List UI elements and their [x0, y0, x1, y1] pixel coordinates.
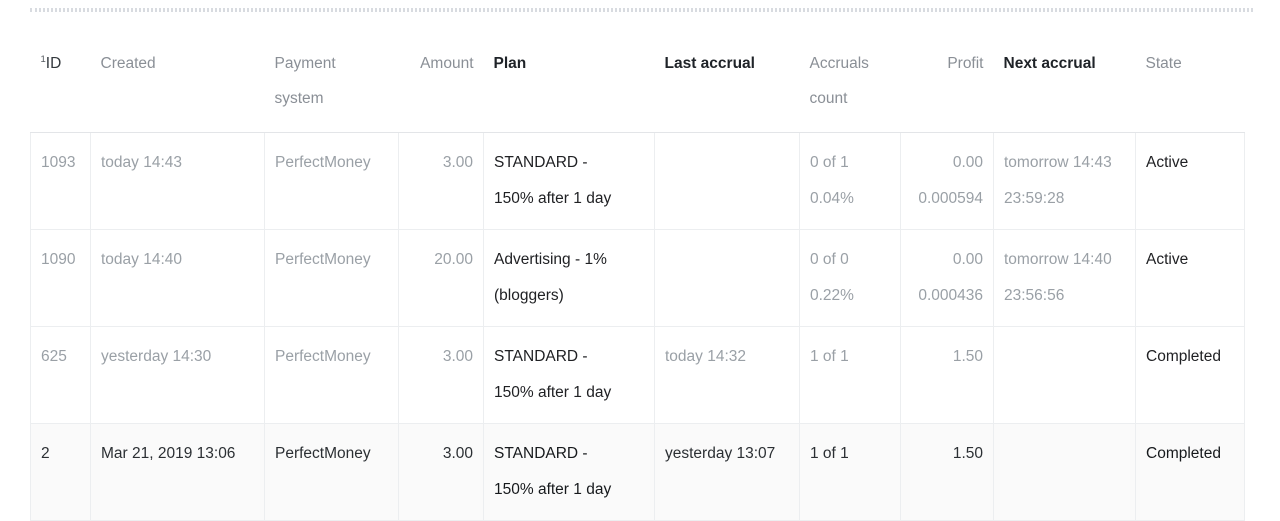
cell-accruals-percent: 0.22%: [810, 287, 854, 304]
column-header-state[interactable]: State: [1135, 46, 1245, 133]
cell-profit: 0.00 0.000594: [900, 132, 994, 230]
cell-next-accrual-line1: tomorrow 14:40: [1004, 251, 1112, 268]
cell-last-accrual: yesterday 13:07: [654, 423, 800, 521]
cell-plan: Advertising - 1% (bloggers): [483, 229, 655, 327]
cell-payment-system: PerfectMoney: [264, 326, 399, 424]
cell-amount: 3.00: [398, 423, 484, 521]
cell-amount: 20.00: [398, 229, 484, 327]
cell-id: 1090: [30, 229, 91, 327]
cell-accruals-count-value: 0 of 0: [810, 251, 849, 268]
cell-accruals-count: 1 of 1: [799, 423, 901, 521]
cell-next-accrual: [993, 326, 1136, 424]
table-body: 1093 today 14:43 PerfectMoney 3.00 STAND…: [30, 132, 1245, 521]
column-header-payment-system[interactable]: Payment system: [264, 46, 399, 133]
cell-state: Active: [1135, 132, 1245, 230]
column-header-next-accrual[interactable]: Next accrual: [993, 46, 1136, 133]
column-header-profit[interactable]: Profit: [900, 46, 994, 133]
cell-profit-value: 0.00: [952, 251, 983, 268]
cell-payment-system: PerfectMoney: [264, 423, 399, 521]
table-row[interactable]: 1090 today 14:40 PerfectMoney 20.00 Adve…: [30, 229, 1245, 327]
cell-accruals-count-value: 0 of 1: [810, 154, 849, 171]
column-header-last-accrual[interactable]: Last accrual: [654, 46, 800, 133]
cell-plan: STANDARD - 150% after 1 day: [483, 423, 655, 521]
cell-plan-line2: 150% after 1 day: [494, 384, 612, 401]
cell-state: Completed: [1135, 423, 1245, 521]
cell-plan-line1: STANDARD -: [494, 445, 588, 462]
column-header-id[interactable]: 1ID: [30, 46, 91, 133]
cell-plan: STANDARD - 150% after 1 day: [483, 326, 655, 424]
cell-created: Mar 21, 2019 13:06: [90, 423, 265, 521]
cell-last-accrual: [654, 132, 800, 230]
cell-created: today 14:43: [90, 132, 265, 230]
cell-amount: 3.00: [398, 326, 484, 424]
cell-next-accrual-line2: 23:56:56: [1004, 287, 1065, 304]
cell-profit-sub: 0.000436: [918, 287, 983, 304]
cell-profit-value: 1.50: [952, 445, 983, 462]
deposits-table: 1ID Created Payment system Amount Plan L…: [30, 46, 1245, 521]
cell-created: yesterday 14:30: [90, 326, 265, 424]
cell-plan: STANDARD - 150% after 1 day: [483, 132, 655, 230]
cell-accruals-count: 0 of 1 0.04%: [799, 132, 901, 230]
cell-next-accrual-line2: 23:59:28: [1004, 190, 1065, 207]
cell-accruals-count: 1 of 1: [799, 326, 901, 424]
cell-amount: 3.00: [398, 132, 484, 230]
cell-accruals-count-value: 1 of 1: [810, 348, 849, 365]
cell-plan-line1: STANDARD -: [494, 154, 588, 171]
cell-profit-value: 1.50: [952, 348, 983, 365]
cell-accruals-count: 0 of 0 0.22%: [799, 229, 901, 327]
cell-profit-sub: 0.000594: [918, 190, 983, 207]
cell-next-accrual: [993, 423, 1136, 521]
cell-id: 1093: [30, 132, 91, 230]
cell-plan-line1: Advertising - 1%: [494, 251, 607, 268]
cell-plan-line2: (bloggers): [494, 287, 564, 304]
cell-payment-system: PerfectMoney: [264, 229, 399, 327]
table-row[interactable]: 1093 today 14:43 PerfectMoney 3.00 STAND…: [30, 132, 1245, 230]
cell-next-accrual-line1: tomorrow 14:43: [1004, 154, 1112, 171]
column-header-accruals-count[interactable]: Accruals count: [799, 46, 901, 133]
cell-plan-line2: 150% after 1 day: [494, 190, 612, 207]
cell-payment-system: PerfectMoney: [264, 132, 399, 230]
cell-last-accrual: [654, 229, 800, 327]
column-header-id-label: ID: [45, 55, 62, 72]
cell-profit: 1.50: [900, 423, 994, 521]
column-header-plan[interactable]: Plan: [483, 46, 655, 133]
cell-profit: 0.00 0.000436: [900, 229, 994, 327]
cell-id: 2: [30, 423, 91, 521]
cell-state: Active: [1135, 229, 1245, 327]
table-row[interactable]: 2 Mar 21, 2019 13:06 PerfectMoney 3.00 S…: [30, 423, 1245, 521]
cell-id: 625: [30, 326, 91, 424]
cell-profit: 1.50: [900, 326, 994, 424]
cell-next-accrual: tomorrow 14:43 23:59:28: [993, 132, 1136, 230]
cell-state: Completed: [1135, 326, 1245, 424]
cell-last-accrual: today 14:32: [654, 326, 800, 424]
cell-next-accrual: tomorrow 14:40 23:56:56: [993, 229, 1136, 327]
top-dotted-divider: [30, 8, 1253, 12]
cell-accruals-count-value: 1 of 1: [810, 445, 849, 462]
table-row[interactable]: 625 yesterday 14:30 PerfectMoney 3.00 ST…: [30, 326, 1245, 424]
cell-profit-value: 0.00: [952, 154, 983, 171]
column-header-created[interactable]: Created: [90, 46, 265, 133]
cell-plan-line1: STANDARD -: [494, 348, 588, 365]
cell-created: today 14:40: [90, 229, 265, 327]
cell-accruals-percent: 0.04%: [810, 190, 854, 207]
cell-plan-line2: 150% after 1 day: [494, 481, 612, 498]
table-header-row: 1ID Created Payment system Amount Plan L…: [30, 46, 1245, 133]
column-header-amount[interactable]: Amount: [398, 46, 484, 133]
table-header: 1ID Created Payment system Amount Plan L…: [30, 46, 1245, 133]
deposits-table-container: 1ID Created Payment system Amount Plan L…: [30, 46, 1245, 521]
